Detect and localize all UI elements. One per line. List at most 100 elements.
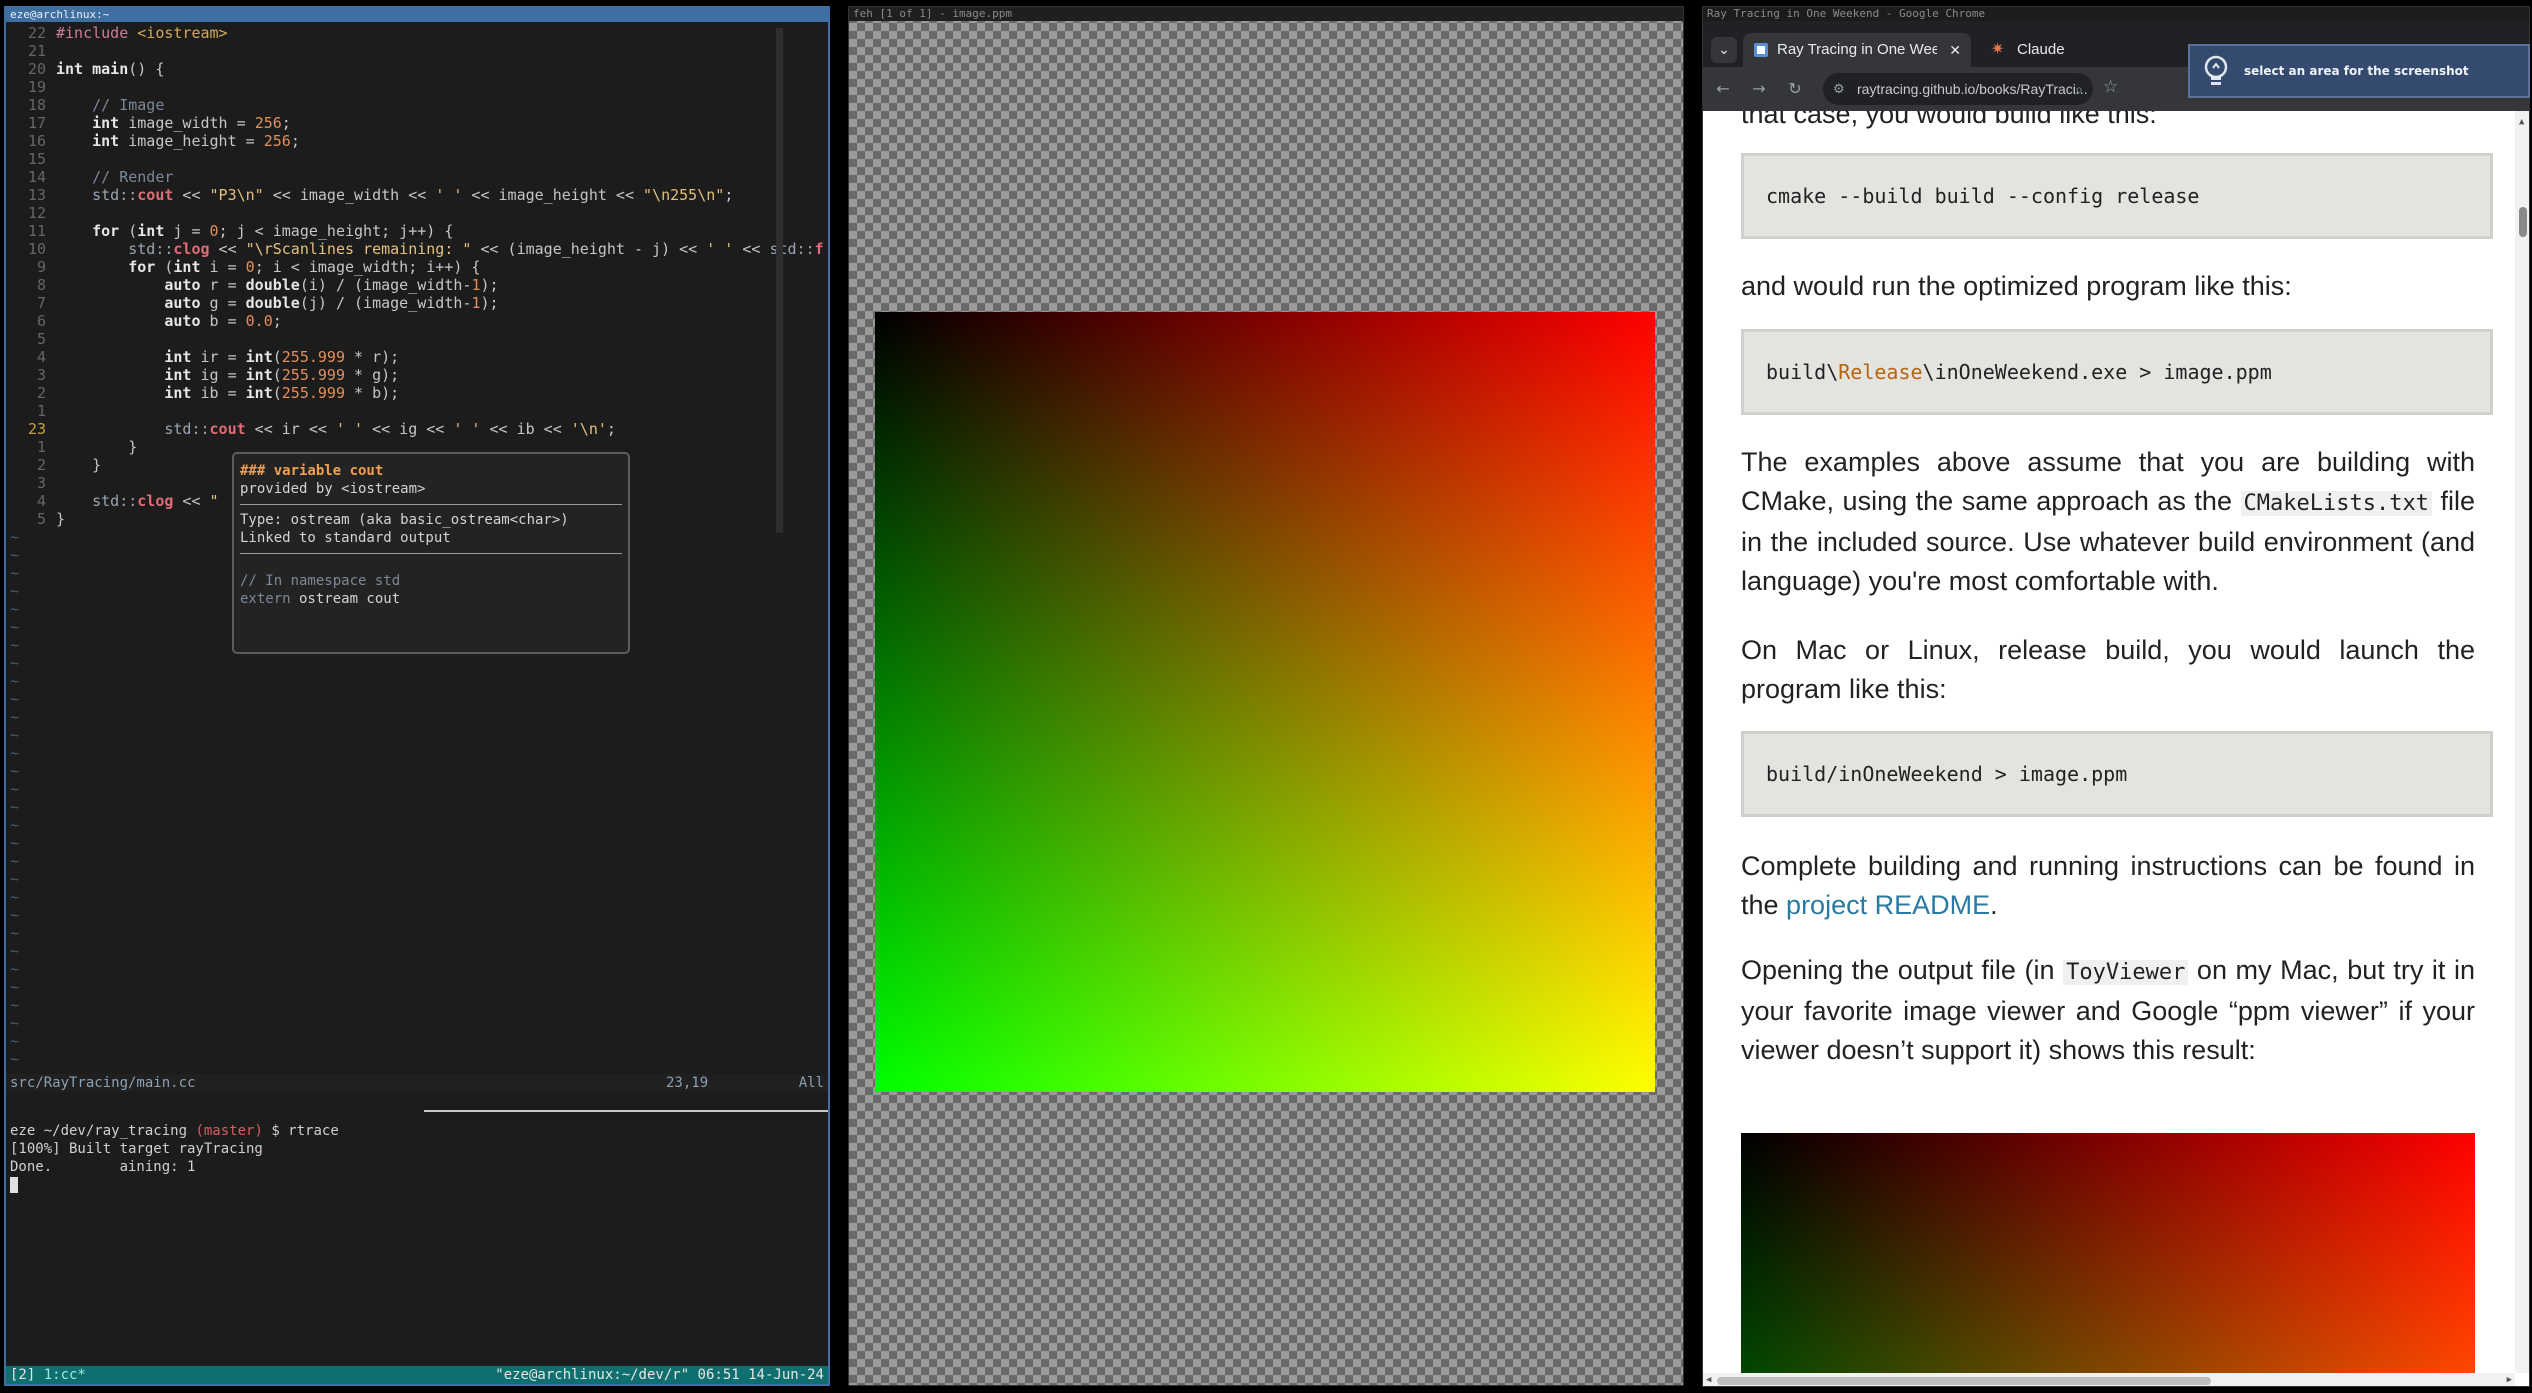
tmux-active-window[interactable]: 1:cc*	[44, 1367, 86, 1383]
shell-output-done: Done. aining: 1	[10, 1159, 196, 1175]
code-line[interactable]: 4 int ir = int(255.999 * r);	[6, 348, 399, 366]
image-viewer-window[interactable]: feh [1 of 1] - image.ppm	[848, 6, 1684, 1386]
code-line[interactable]: 5}	[6, 510, 65, 528]
page-content[interactable]: that case, you would build like this: cm…	[1703, 111, 2515, 1373]
code-text: int image_height = 256;	[92, 132, 300, 150]
code-line[interactable]: 10 std::clog << "\rScanlines remaining: …	[6, 240, 824, 258]
empty-line-tilde: ~	[10, 942, 20, 960]
line-number: 2	[36, 456, 46, 474]
tmux-session-index: [2]	[10, 1367, 44, 1383]
empty-line-tilde: ~	[10, 600, 20, 618]
line-number: 5	[36, 510, 46, 528]
code-line[interactable]: 4 std::clog << "	[6, 492, 219, 510]
line-number: 5	[36, 330, 46, 348]
code-line[interactable]: 7 auto g = double(j) / (image_width-1);	[6, 294, 499, 312]
empty-line-tilde: ~	[10, 654, 20, 672]
code-block[interactable]: build/inOneWeekend > image.ppm	[1741, 731, 2493, 817]
line-number: 6	[36, 312, 46, 330]
code-text: auto r = double(i) / (image_width-1);	[164, 276, 499, 294]
paragraph-text: Opening the output file (in	[1741, 955, 2064, 985]
paragraph: that case, you would build like this:	[1741, 111, 2157, 129]
bookmark-star-icon[interactable]: ☆	[2103, 77, 2118, 97]
code-text: #include <iostream>	[56, 24, 228, 42]
empty-line-tilde: ~	[10, 690, 20, 708]
scroll-right-arrow-icon[interactable]: ▶	[2507, 1375, 2512, 1385]
address-bar[interactable]: ⚙ raytracing.github.io/books/RayTraci...…	[1823, 73, 2093, 105]
code-line[interactable]: 15	[6, 150, 56, 168]
code-line[interactable]: 21	[6, 42, 56, 60]
forward-arrow-icon[interactable]: →	[1747, 77, 1771, 101]
code-line[interactable]: 2 }	[6, 456, 101, 474]
code-line[interactable]: 18 // Image	[6, 96, 164, 114]
tab-claude[interactable]: ✷ Claude	[1983, 33, 2143, 67]
pane-separator[interactable]	[424, 1110, 828, 1112]
code-line[interactable]: 8 auto r = double(i) / (image_width-1);	[6, 276, 499, 294]
horizontal-scrollbar[interactable]: ◀ ▶	[1703, 1373, 2515, 1386]
reload-icon[interactable]: ↻	[1783, 77, 1807, 101]
empty-line-tilde: ~	[10, 780, 20, 798]
tab-close-icon[interactable]: ✕	[1949, 33, 1961, 67]
shell-user-path: eze ~/dev/ray_tracing	[10, 1123, 188, 1139]
empty-line-tilde: ~	[10, 726, 20, 744]
terminal-title: eze@archlinux:~	[6, 8, 828, 22]
tab-ray-tracing[interactable]: Ray Tracing in One Weekend ✕	[1743, 33, 1971, 67]
code-block[interactable]: cmake --build build --config release	[1741, 153, 2493, 239]
line-number: 2	[36, 384, 46, 402]
shell-command: $ rtrace	[262, 1123, 339, 1139]
code-line[interactable]: 2 int ib = int(255.999 * b);	[6, 384, 399, 402]
hover-namespace-comment: // In namespace std	[240, 573, 401, 589]
project-readme-link[interactable]: project README	[1786, 890, 1990, 920]
tmux-window-list[interactable]: [2] 1:cc*	[10, 1366, 86, 1384]
code-line[interactable]: 19	[6, 78, 56, 96]
code-line[interactable]: 3	[6, 474, 56, 492]
image-viewer-title: feh [1 of 1] - image.ppm	[849, 7, 1683, 21]
line-number: 11	[27, 222, 46, 240]
code-line[interactable]: 20 int main() {	[6, 60, 164, 78]
code-line[interactable]: 14 // Render	[6, 168, 173, 186]
code-line[interactable]: 11 for (int j = 0; j < image_height; j++…	[6, 222, 453, 240]
code-line[interactable]: 12	[6, 204, 56, 222]
scroll-thumb[interactable]	[2519, 207, 2527, 237]
code-block[interactable]: build\Release\inOneWeekend.exe > image.p…	[1741, 329, 2493, 415]
empty-line-tilde: ~	[10, 906, 20, 924]
scroll-up-arrow-icon[interactable]: ▲	[2519, 117, 2524, 127]
code-text: cmake --build build --config release	[1766, 184, 2200, 208]
tab-search-chevron-icon[interactable]: ⌄	[1711, 37, 1737, 63]
code-line[interactable]: 17 int image_width = 256;	[6, 114, 291, 132]
code-line[interactable]: 1 }	[6, 438, 137, 456]
vertical-scrollbar[interactable]: ▲	[2515, 111, 2529, 1373]
line-number: 18	[27, 96, 46, 114]
code-line[interactable]: 22 #include <iostream>	[6, 24, 228, 42]
code-line[interactable]: 9 for (int i = 0; i < image_width; i++) …	[6, 258, 481, 276]
claude-favicon-icon: ✷	[1991, 41, 2005, 58]
code-line[interactable]: 23 std::cout << ir << ' ' << ig << ' ' <…	[6, 420, 616, 438]
code-line[interactable]: 3 int ig = int(255.999 * g);	[6, 366, 399, 384]
code-line[interactable]: 6 auto b = 0.0;	[6, 312, 282, 330]
empty-line-tilde: ~	[10, 1050, 20, 1068]
scroll-left-arrow-icon[interactable]: ◀	[1706, 1375, 1711, 1385]
inline-code: CMakeLists.txt	[2240, 491, 2432, 516]
scroll-thumb[interactable]	[1717, 1377, 2211, 1385]
back-arrow-icon[interactable]: ←	[1711, 77, 1735, 101]
site-settings-icon[interactable]: ⚙	[1833, 73, 1845, 105]
code-line[interactable]: 5	[6, 330, 56, 348]
code-line[interactable]: 16 int image_height = 256;	[6, 132, 300, 150]
browser-title: Ray Tracing in One Weekend - Google Chro…	[1703, 7, 2529, 21]
line-number: 8	[36, 276, 46, 294]
code-text: int ig = int(255.999 * g);	[164, 366, 400, 384]
shell-pane[interactable]: eze ~/dev/ray_tracing (master) $ rtrace …	[10, 1122, 339, 1194]
empty-line-tilde: ~	[10, 798, 20, 816]
empty-line-tilde: ~	[10, 618, 20, 636]
empty-line-tilde: ~	[10, 1032, 20, 1050]
hover-separator	[240, 553, 622, 554]
browser-window[interactable]: Ray Tracing in One Weekend - Google Chro…	[1702, 6, 2530, 1387]
empty-line-tilde: ~	[10, 888, 20, 906]
code-text: std::clog << "	[92, 492, 219, 510]
result-image	[1741, 1133, 2475, 1373]
zoom-icon[interactable]: ⌕	[2075, 73, 2083, 105]
code-line[interactable]: 1	[6, 402, 56, 420]
code-line[interactable]: 13 std::cout << "P3\n" << image_width <<…	[6, 186, 733, 204]
paragraph: and would run the optimized program like…	[1741, 271, 2292, 301]
terminal-window[interactable]: eze@archlinux:~ 22 #include <iostream> 21 2…	[4, 6, 830, 1386]
code-text-b: Release	[1838, 360, 1923, 384]
